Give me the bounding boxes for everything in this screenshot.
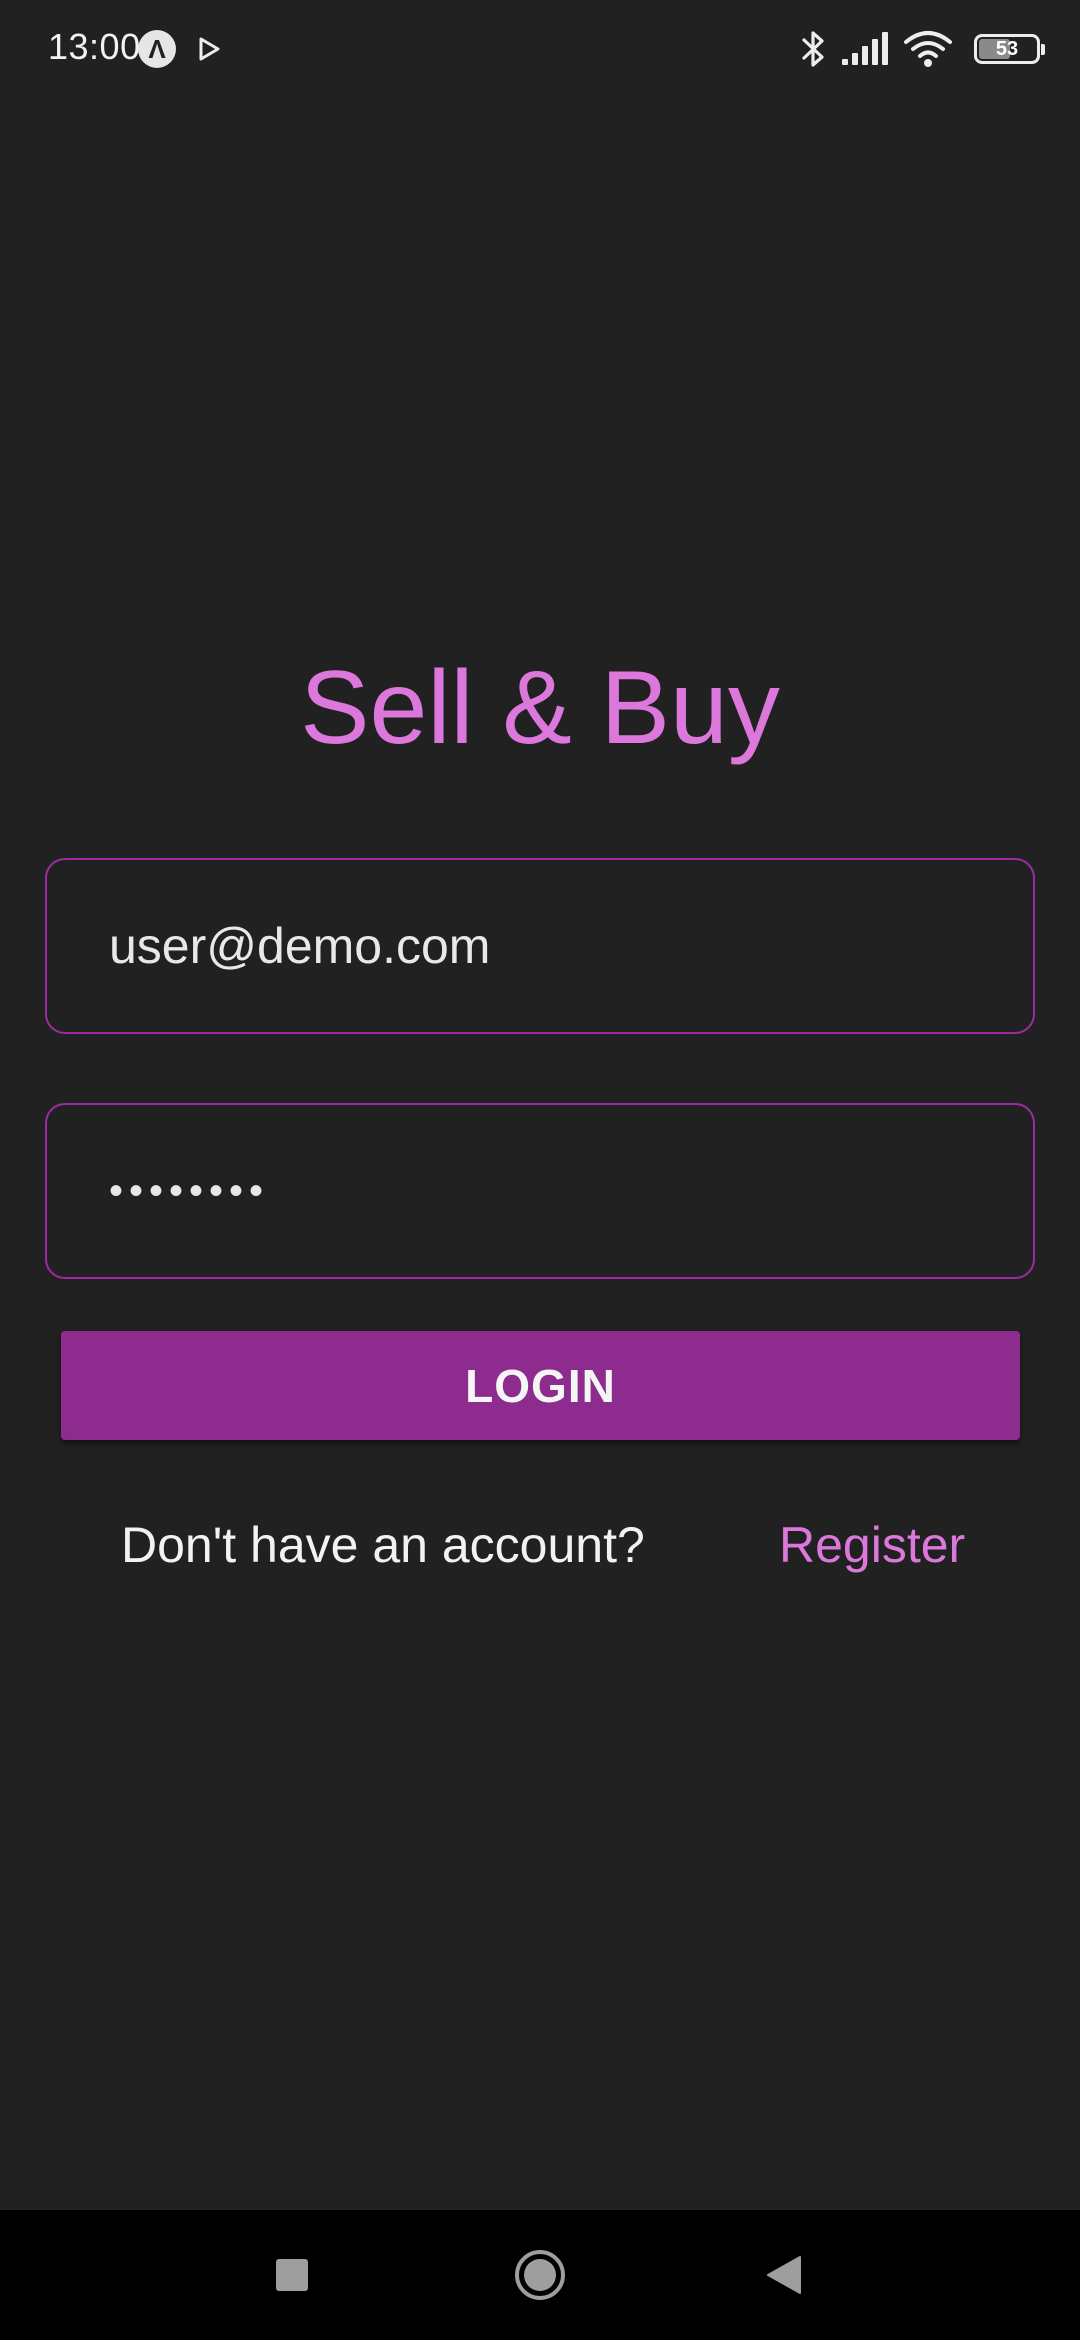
- back-button[interactable]: [724, 2210, 844, 2340]
- email-field-container[interactable]: [45, 858, 1035, 1034]
- play-store-icon: [199, 37, 220, 61]
- password-field[interactable]: [109, 1105, 969, 1277]
- email-field[interactable]: [109, 860, 969, 1032]
- battery-icon: 53: [974, 34, 1045, 64]
- recents-icon: [276, 2259, 308, 2291]
- register-link[interactable]: Register: [779, 1516, 965, 1574]
- cellular-signal-icon: [842, 32, 888, 65]
- status-bar: 13:00 Λ 53: [0, 0, 1080, 100]
- home-icon: [515, 2250, 565, 2300]
- register-prompt: Don't have an account?: [121, 1517, 645, 1573]
- recents-button[interactable]: [232, 2210, 352, 2340]
- back-icon: [767, 2256, 801, 2294]
- home-button[interactable]: [480, 2210, 600, 2340]
- password-field-container[interactable]: [45, 1103, 1035, 1279]
- status-icons: 53: [800, 26, 1045, 72]
- status-time: 13:00: [48, 26, 141, 67]
- battery-level: 53: [995, 38, 1019, 60]
- wifi-icon: [904, 31, 952, 67]
- navigation-bar: [0, 2210, 1080, 2340]
- login-button[interactable]: LOGIN: [61, 1331, 1020, 1440]
- app-notification-icon: Λ: [138, 30, 176, 68]
- app-title: Sell & Buy: [300, 650, 780, 766]
- bluetooth-icon: [802, 31, 824, 67]
